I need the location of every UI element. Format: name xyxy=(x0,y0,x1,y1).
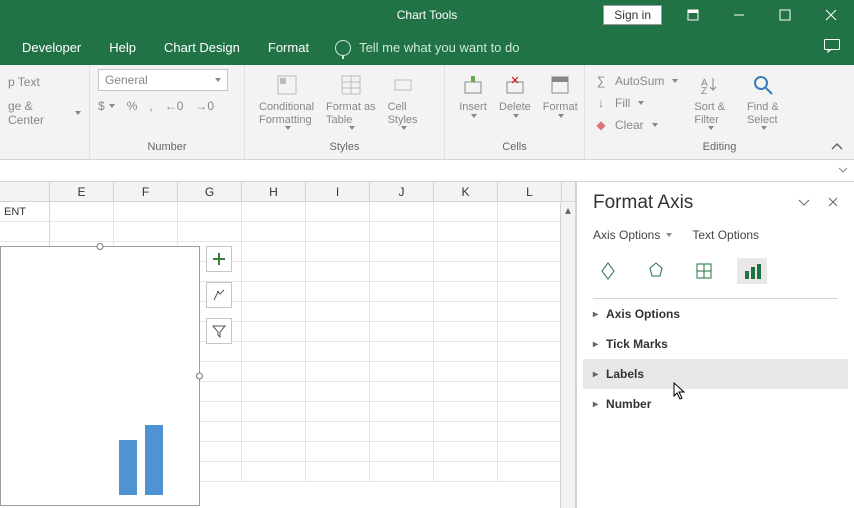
number-format-dropdown[interactable]: General xyxy=(98,69,228,91)
sign-in-button[interactable]: Sign in xyxy=(603,5,662,25)
collapse-ribbon-icon[interactable] xyxy=(830,141,844,155)
table-icon xyxy=(337,71,365,99)
vertical-scrollbar[interactable]: ▴ xyxy=(560,202,575,508)
minimize-icon[interactable] xyxy=(716,0,762,30)
resize-handle-right[interactable] xyxy=(196,373,203,380)
conditional-formatting-button[interactable]: Conditional Formatting xyxy=(253,69,320,132)
svg-text:Z: Z xyxy=(701,86,707,96)
col-header[interactable]: J xyxy=(370,182,434,201)
fill-button[interactable]: ↓Fill xyxy=(593,95,678,111)
embedded-chart[interactable] xyxy=(0,246,200,506)
bar-2[interactable] xyxy=(145,425,163,495)
chevron-right-icon: ▸ xyxy=(593,399,598,410)
delete-icon xyxy=(501,71,529,99)
col-header[interactable] xyxy=(0,182,50,201)
col-header[interactable]: E xyxy=(50,182,114,201)
section-number[interactable]: ▸Number xyxy=(593,389,838,419)
find-select-button[interactable]: Find & Select xyxy=(741,69,785,132)
ribbon-tabs: Developer Help Chart Design Format Tell … xyxy=(0,30,854,65)
percent-format-button[interactable]: % xyxy=(127,99,138,113)
pane-options-icon[interactable] xyxy=(798,196,810,210)
increase-decimal-button[interactable]: ←0 xyxy=(165,99,184,113)
chart-filters-button[interactable] xyxy=(206,318,232,344)
col-header[interactable]: L xyxy=(498,182,562,201)
col-header[interactable]: G xyxy=(178,182,242,201)
delete-cells-button[interactable]: Delete xyxy=(493,69,537,120)
pane-title: Format Axis xyxy=(593,192,693,214)
bar-1[interactable] xyxy=(119,440,137,495)
tell-me-search[interactable]: Tell me what you want to do xyxy=(335,40,519,56)
cell[interactable]: ENT xyxy=(0,202,50,221)
eraser-icon: ◆ xyxy=(593,117,609,133)
format-cells-button[interactable]: Format xyxy=(537,69,584,120)
magnifier-icon xyxy=(749,71,777,99)
insert-icon xyxy=(459,71,487,99)
tell-me-placeholder: Tell me what you want to do xyxy=(359,40,519,55)
merge-center-button[interactable]: ge & Center xyxy=(8,99,81,127)
col-header[interactable]: I xyxy=(306,182,370,201)
chevron-down-icon xyxy=(215,78,221,82)
ribbon: p Text ge & Center General $ % , ←0 →0 N… xyxy=(0,65,854,160)
decrease-decimal-button[interactable]: →0 xyxy=(195,99,214,113)
formula-bar[interactable] xyxy=(0,160,854,182)
lightbulb-icon xyxy=(335,40,351,56)
comma-format-button[interactable]: , xyxy=(149,99,152,113)
clear-button[interactable]: ◆Clear xyxy=(593,117,678,133)
expand-formula-bar-icon[interactable] xyxy=(838,164,848,178)
chevron-right-icon: ▸ xyxy=(593,339,598,350)
chart-bars xyxy=(119,425,163,495)
group-label-number: Number xyxy=(90,141,244,159)
format-axis-pane: Format Axis Axis Options Text Options ▸A… xyxy=(576,182,854,508)
ribbon-display-options-icon[interactable] xyxy=(670,0,716,30)
axis-options-tab[interactable]: Axis Options xyxy=(593,228,672,242)
group-label-styles: Styles xyxy=(245,141,444,159)
conditional-formatting-icon xyxy=(273,71,301,99)
tab-help[interactable]: Help xyxy=(95,30,150,65)
fill-down-icon: ↓ xyxy=(593,95,609,111)
chevron-right-icon: ▸ xyxy=(593,369,598,380)
chart-elements-button[interactable] xyxy=(206,246,232,272)
format-icon xyxy=(546,71,574,99)
group-label-cells: Cells xyxy=(445,141,584,159)
tab-format[interactable]: Format xyxy=(254,30,323,65)
size-properties-icon[interactable] xyxy=(689,258,719,284)
column-headers: E F G H I J K L xyxy=(0,182,575,202)
insert-cells-button[interactable]: Insert xyxy=(453,69,493,120)
chevron-down-icon xyxy=(75,111,81,115)
tab-developer[interactable]: Developer xyxy=(8,30,95,65)
col-header[interactable]: K xyxy=(434,182,498,201)
wrap-text-button[interactable]: p Text xyxy=(8,75,40,89)
chart-tools-label: Chart Tools xyxy=(391,8,463,22)
title-bar: Chart Tools Sign in xyxy=(0,0,854,30)
col-header[interactable]: H xyxy=(242,182,306,201)
cell-styles-icon xyxy=(389,71,417,99)
sort-filter-button[interactable]: AZ Sort & Filter xyxy=(688,69,731,132)
resize-handle-top[interactable] xyxy=(97,243,104,250)
accounting-format-button[interactable]: $ xyxy=(98,99,115,113)
tab-chart-design[interactable]: Chart Design xyxy=(150,30,254,65)
text-options-tab[interactable]: Text Options xyxy=(692,228,759,242)
sort-filter-icon: AZ xyxy=(696,71,724,99)
close-icon[interactable] xyxy=(808,0,854,30)
effects-icon[interactable] xyxy=(641,258,671,284)
maximize-icon[interactable] xyxy=(762,0,808,30)
fill-line-icon[interactable] xyxy=(593,258,623,284)
sigma-icon: ∑ xyxy=(593,73,609,89)
section-tick-marks[interactable]: ▸Tick Marks xyxy=(593,329,838,359)
scroll-up-icon[interactable]: ▴ xyxy=(561,202,575,218)
worksheet-grid[interactable]: E F G H I J K L ENT ▴ xyxy=(0,182,576,508)
chart-styles-button[interactable] xyxy=(206,282,232,308)
chevron-down-icon xyxy=(666,233,672,237)
chevron-right-icon: ▸ xyxy=(593,309,598,320)
section-axis-options[interactable]: ▸Axis Options xyxy=(593,299,838,329)
col-header[interactable]: F xyxy=(114,182,178,201)
format-as-table-button[interactable]: Format as Table xyxy=(320,69,382,132)
close-pane-icon[interactable] xyxy=(828,196,838,210)
axis-options-icon[interactable] xyxy=(737,258,767,284)
group-label-editing: Editing xyxy=(585,141,854,159)
comments-icon[interactable] xyxy=(824,39,840,56)
autosum-button[interactable]: ∑AutoSum xyxy=(593,73,678,89)
section-labels[interactable]: ▸Labels xyxy=(583,359,848,389)
cell-styles-button[interactable]: Cell Styles xyxy=(382,69,424,132)
